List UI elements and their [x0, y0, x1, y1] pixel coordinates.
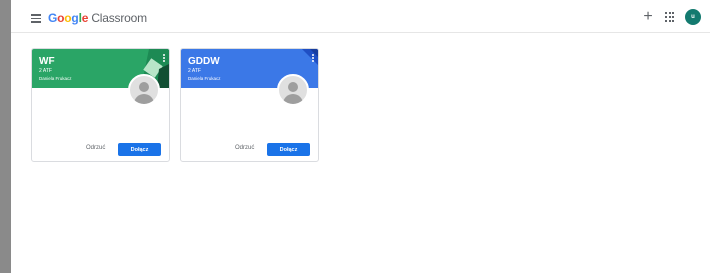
class-section: 2 ATF	[188, 68, 201, 74]
join-button[interactable]: Dołącz	[118, 143, 161, 156]
account-avatar[interactable]: u	[685, 9, 701, 25]
classroom-wordmark: Classroom	[91, 11, 147, 25]
create-or-join-plus-icon[interactable]: +	[641, 9, 655, 25]
teacher-avatar	[128, 74, 160, 106]
teacher-avatar	[277, 74, 309, 106]
left-window-edge	[0, 0, 11, 273]
class-section: 2 ATF	[39, 68, 52, 74]
class-owner: Daniela Frukacz	[188, 76, 221, 81]
more-options-icon[interactable]	[312, 54, 315, 63]
decline-button[interactable]: Odrzuć	[86, 145, 105, 151]
top-app-bar: Google Classroom + u	[11, 0, 710, 33]
invitation-actions: Odrzuć Dołącz	[32, 141, 169, 159]
class-card-wf: WF 2 ATF Daniela Frukacz Odrzuć Dołącz	[31, 48, 170, 162]
class-title[interactable]: GDDW	[188, 56, 220, 67]
google-wordmark: Google	[48, 11, 89, 25]
google-apps-grid-icon[interactable]	[665, 12, 675, 22]
more-options-icon[interactable]	[163, 54, 166, 63]
class-title[interactable]: WF	[39, 56, 55, 67]
invitation-actions: Odrzuć Dołącz	[181, 141, 318, 159]
join-button[interactable]: Dołącz	[267, 143, 310, 156]
top-actions: + u	[641, 9, 701, 25]
hamburger-menu-icon[interactable]	[31, 14, 41, 23]
decline-button[interactable]: Odrzuć	[235, 145, 254, 151]
class-owner: Daniela Frukacz	[39, 76, 72, 81]
google-classroom-logo[interactable]: Google Classroom	[48, 11, 147, 25]
classroom-app: Google Classroom + u WF 2 ATF Daniela Fr…	[11, 0, 710, 273]
class-card-gddw: GDDW 2 ATF Daniela Frukacz Odrzuć Dołącz	[180, 48, 319, 162]
